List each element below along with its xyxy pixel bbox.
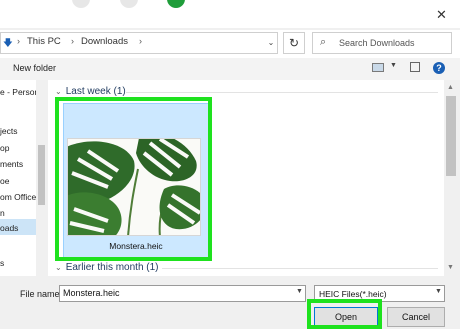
nav-scrollbar-thumb[interactable] <box>38 145 45 205</box>
chevron-down-icon: ⌄ <box>55 263 62 272</box>
view-dropdown-icon[interactable]: ▼ <box>390 62 397 69</box>
content-scrollbar-thumb[interactable] <box>446 96 456 176</box>
cancel-button[interactable]: Cancel <box>387 307 445 327</box>
group-header-last-week[interactable]: ⌄ Last week (1) <box>55 86 126 97</box>
scroll-up-icon[interactable]: ▲ <box>447 84 454 91</box>
preview-pane-icon[interactable] <box>410 62 420 72</box>
close-icon[interactable]: ✕ <box>436 7 447 23</box>
search-input[interactable]: ⌕ Search Downloads <box>312 32 452 54</box>
group-label: Earlier this month (1) <box>65 262 159 273</box>
nav-item-documents[interactable]: ments <box>0 159 23 169</box>
search-icon: ⌕ <box>320 36 327 48</box>
view-options-icon[interactable] <box>372 63 384 72</box>
group-divider <box>126 92 438 93</box>
file-name-field-label: File name: <box>20 289 63 299</box>
nav-item-n[interactable]: n <box>0 208 5 218</box>
nav-item-downloads[interactable]: oads <box>0 223 18 233</box>
breadcrumb-downloads[interactable]: Downloads <box>81 36 128 47</box>
search-placeholder: Search Downloads <box>339 38 415 48</box>
chevron-right-icon: › <box>17 36 20 46</box>
nav-item-onedrive[interactable]: e - Person <box>0 87 39 97</box>
highlight-box <box>307 299 382 329</box>
address-dropdown-icon[interactable]: ⌄ <box>264 32 278 54</box>
nav-item-desktop[interactable]: op <box>0 143 9 153</box>
group-header-earlier-this-month[interactable]: ⌄ Earlier this month (1) <box>55 262 159 273</box>
group-divider <box>162 268 438 269</box>
breadcrumb-this-pc[interactable]: This PC <box>27 36 61 47</box>
highlight-box <box>55 97 212 261</box>
file-name-input[interactable]: Monstera.heic <box>59 285 306 302</box>
download-folder-icon: 🡇 <box>3 38 13 49</box>
group-label: Last week (1) <box>65 86 126 97</box>
scroll-down-icon[interactable]: ▼ <box>447 264 454 271</box>
nav-item-3d-objects[interactable]: jects <box>0 126 17 136</box>
new-folder-button[interactable]: New folder <box>13 63 56 73</box>
file-name-dropdown-icon[interactable]: ▼ <box>296 288 303 295</box>
help-icon[interactable]: ? <box>433 62 445 74</box>
chevron-down-icon: ⌄ <box>55 87 62 96</box>
nav-item-adobe[interactable]: oe <box>0 176 9 186</box>
file-type-dropdown-icon[interactable]: ▼ <box>435 288 442 295</box>
chevron-right-icon: › <box>71 36 74 46</box>
nav-item-custom-office[interactable]: om Office <box>0 192 36 202</box>
chevron-right-icon: › <box>139 36 142 46</box>
refresh-icon[interactable]: ↻ <box>283 32 305 54</box>
nav-item-s[interactable]: s <box>0 258 4 268</box>
window-top-strip <box>0 0 460 28</box>
address-bar[interactable]: 🡇 › This PC › Downloads › <box>0 32 278 54</box>
